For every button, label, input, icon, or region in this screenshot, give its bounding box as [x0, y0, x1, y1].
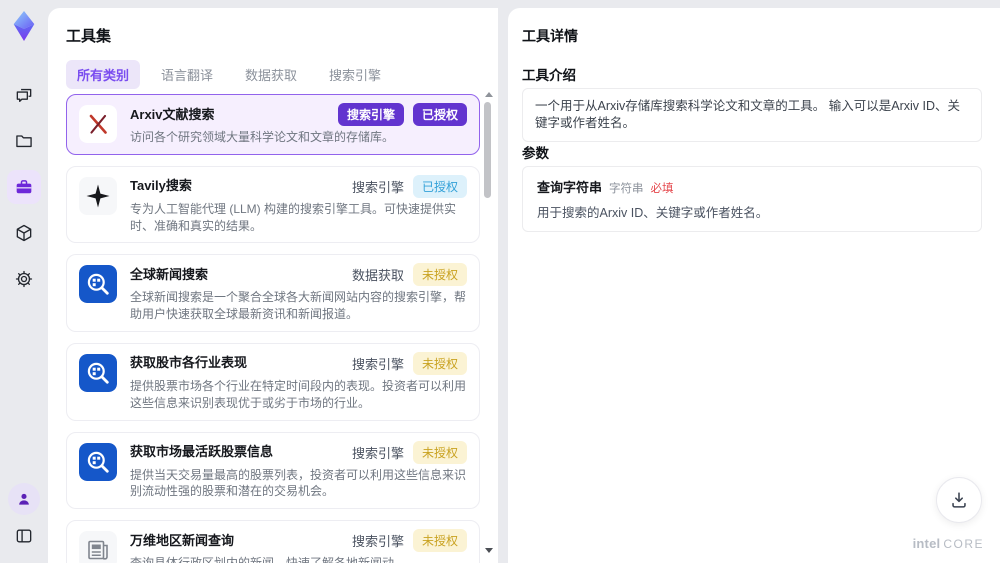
tools-scrollbar[interactable] — [483, 90, 493, 555]
tool-category-badge: 搜索引擎 — [337, 103, 404, 126]
tool-category-badge: 搜索引擎 — [351, 534, 404, 550]
tool-auth-badge: 未授权 — [412, 529, 467, 553]
category-tab[interactable]: 语言翻译 — [150, 60, 224, 89]
category-tab[interactable]: 数据获取 — [234, 60, 308, 89]
tool-icon-wrap — [79, 176, 117, 215]
intro-text-box: 一个用于从Arxiv存储库搜索科学论文和文章的工具。 输入可以是Arxiv ID… — [522, 88, 982, 142]
tool-card[interactable]: 万维地区新闻查询 搜索引擎 未授权 查询具体行政区划内的新闻，快速了解各地新闻动 — [66, 520, 480, 563]
app-logo — [8, 6, 40, 46]
tool-name: 获取市场最活跃股票信息 — [130, 444, 274, 460]
panel-toggle-icon[interactable] — [7, 519, 41, 553]
blue-search-icon — [79, 442, 117, 481]
params-heading: 参数 — [522, 146, 549, 161]
tool-description: 查询具体行政区划内的新闻，快速了解各地新闻动 — [130, 555, 467, 563]
scrollbar-up-arrow-icon[interactable] — [485, 92, 493, 97]
tool-details-panel: 工具详情 工具介绍 一个用于从Arxiv存储库搜索科学论文和文章的工具。 输入可… — [508, 8, 1000, 563]
brand-intel-text: intel — [912, 536, 941, 551]
tool-name: Arxiv文献搜索 — [130, 106, 215, 122]
param-card: 查询字符串 字符串 必填 用于搜索的Arxiv ID、关键字或作者姓名。 — [522, 166, 982, 232]
arxiv-icon — [79, 105, 117, 143]
download-icon — [952, 492, 966, 508]
tool-card-list: Arxiv文献搜索 搜索引擎 已授权 访问各个研究领域大量科学论文和文章的存储库… — [66, 94, 480, 563]
param-description: 用于搜索的Arxiv ID、关键字或作者姓名。 — [537, 206, 769, 220]
tool-icon-wrap — [79, 105, 117, 143]
tool-description: 提供股票市场各个行业在特定时间段内的表现。投资者可以利用这些信息来识别表现优于或… — [130, 378, 467, 410]
tool-card[interactable]: 获取股市各行业表现 搜索引擎 未授权 提供股票市场各个行业在特定时间段内的表现。… — [66, 342, 480, 421]
tool-auth-badge: 已授权 — [412, 174, 467, 198]
tool-description: 全球新闻搜索是一个聚合全球各大新闻网站内容的搜索引擎，帮助用户快速获取全球最新资… — [130, 290, 467, 322]
left-icon-rail — [0, 0, 48, 563]
tool-name: 获取股市各行业表现 — [130, 355, 248, 371]
category-tabs: 所有类别 语言翻译 数据获取 搜索引擎 — [66, 60, 392, 89]
folder-icon[interactable] — [7, 124, 41, 158]
tool-name: Tavily搜索 — [130, 178, 192, 194]
chat-icon[interactable] — [7, 78, 41, 112]
category-tab-label: 所有类别 — [77, 68, 130, 83]
tool-category-badge: 搜索引擎 — [351, 356, 404, 372]
tool-auth-badge: 未授权 — [412, 440, 467, 464]
newspaper-icon — [79, 531, 117, 563]
param-type: 字符串 — [609, 183, 644, 195]
tool-icon-wrap — [79, 442, 117, 481]
scrollbar-thumb[interactable] — [484, 102, 491, 198]
settings-gear-icon[interactable] — [7, 262, 41, 296]
tool-icon-wrap — [79, 265, 117, 304]
param-name: 查询字符串 — [537, 180, 603, 195]
category-tab-label: 语言翻译 — [161, 68, 214, 83]
brand-core-text: CORE — [943, 537, 984, 551]
tool-card[interactable]: Tavily搜索 搜索引擎 已授权 专为人工智能代理 (LLM) 构建的搜索引擎… — [66, 165, 480, 244]
tool-description: 专为人工智能代理 (LLM) 构建的搜索引擎工具。可快速提供实时、准确和真实的结… — [130, 201, 457, 233]
toolbox-icon-active[interactable] — [7, 170, 41, 204]
cube-icon[interactable] — [7, 216, 41, 250]
tool-auth-badge: 未授权 — [412, 263, 467, 287]
tool-icon-wrap — [79, 353, 117, 392]
tools-panel-title: 工具集 — [66, 28, 112, 45]
scrollbar-down-arrow-icon[interactable] — [485, 548, 493, 553]
blue-search-icon — [79, 353, 117, 392]
tool-description: 提供当天交易量最高的股票列表，投资者可以利用这些信息来识别流动性强的股票和潜在的… — [130, 467, 467, 499]
category-tab-label: 搜索引擎 — [329, 68, 382, 83]
tool-name: 万维地区新闻查询 — [130, 532, 235, 548]
intel-core-logo: intel CORE — [913, 536, 984, 551]
tool-category-badge: 搜索引擎 — [351, 445, 404, 461]
download-button[interactable] — [936, 477, 982, 523]
tools-panel: 工具集 所有类别 语言翻译 数据获取 搜索引擎 Arxiv文献搜索 搜索引擎 已… — [48, 8, 498, 563]
tool-category-badge: 搜索引擎 — [351, 179, 404, 195]
tool-card[interactable]: Arxiv文献搜索 搜索引擎 已授权 访问各个研究领域大量科学论文和文章的存储库… — [66, 94, 480, 155]
user-icon[interactable] — [8, 483, 40, 515]
category-tab-label: 数据获取 — [245, 68, 298, 83]
tool-icon-wrap — [79, 531, 117, 563]
intro-heading: 工具介绍 — [522, 68, 576, 83]
details-panel-title: 工具详情 — [522, 28, 578, 44]
blue-search-icon — [79, 265, 117, 304]
tool-auth-badge: 未授权 — [412, 351, 467, 375]
tool-card[interactable]: 全球新闻搜索 数据获取 未授权 全球新闻搜索是一个聚合全球各大新闻网站内容的搜索… — [66, 254, 480, 332]
param-required-flag: 必填 — [650, 183, 674, 195]
tool-name: 全球新闻搜索 — [130, 266, 209, 282]
category-tab[interactable]: 所有类别 — [66, 60, 141, 89]
tavily-star-icon — [79, 176, 117, 215]
category-tab[interactable]: 搜索引擎 — [318, 60, 392, 89]
tool-auth-badge: 已授权 — [412, 103, 467, 126]
tool-card[interactable]: 获取市场最活跃股票信息 搜索引擎 未授权 提供当天交易量最高的股票列表，投资者可… — [66, 431, 480, 510]
tool-category-badge: 数据获取 — [351, 268, 404, 284]
tool-description: 访问各个研究领域大量科学论文和文章的存储库。 — [130, 130, 395, 144]
